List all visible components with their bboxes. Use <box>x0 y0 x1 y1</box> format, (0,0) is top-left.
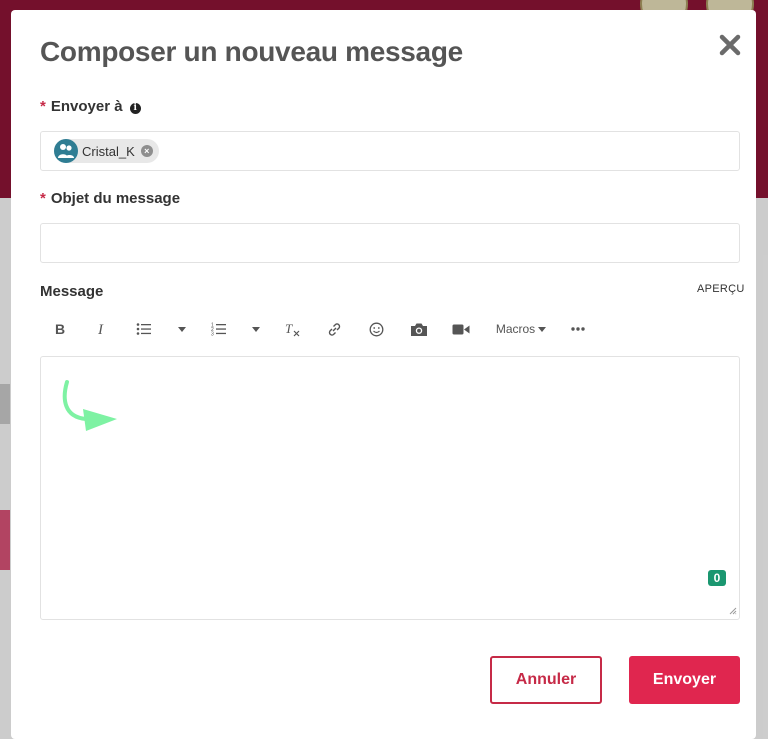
preview-link[interactable]: APERÇU <box>697 283 745 295</box>
subject-label: * Objet du message <box>40 190 180 207</box>
emoji-button[interactable] <box>367 318 385 340</box>
italic-icon: I <box>97 322 104 337</box>
chevron-down-icon <box>177 326 186 332</box>
chevron-down-icon <box>251 326 260 332</box>
recipient-label: * Envoyer à i <box>40 98 141 115</box>
subject-input[interactable] <box>40 223 740 263</box>
recipient-chip-label: Cristal_K <box>82 143 135 159</box>
video-icon <box>452 324 470 334</box>
numbered-list-icon: 1 2 3 <box>211 323 226 337</box>
video-button[interactable] <box>451 318 471 340</box>
bold-button[interactable]: B <box>51 318 69 340</box>
chevron-down-icon <box>538 326 547 332</box>
svg-text:B: B <box>55 321 65 337</box>
bullet-list-icon <box>136 323 151 335</box>
svg-text:3: 3 <box>211 332 214 337</box>
link-button[interactable] <box>325 318 343 340</box>
bullet-list-dropdown[interactable] <box>173 318 187 340</box>
clear-format-button[interactable]: T <box>283 318 301 340</box>
macros-dropdown[interactable]: Macros <box>494 318 548 340</box>
bullet-list-button[interactable] <box>135 318 153 340</box>
image-button[interactable] <box>409 318 429 340</box>
required-mark: * <box>40 190 46 207</box>
numbered-list-button[interactable]: 1 2 3 <box>210 318 228 340</box>
resize-handle-icon[interactable] <box>729 607 737 615</box>
user-group-icon <box>54 139 78 163</box>
macros-label: Macros <box>495 322 536 336</box>
cancel-button[interactable]: Annuler <box>490 656 602 704</box>
svg-text:T: T <box>285 322 293 336</box>
curved-arrow-annotation <box>62 380 117 431</box>
compose-message-modal: Composer un nouveau message * Envoyer à i… <box>11 10 756 739</box>
subject-label-text: Objet du message <box>50 190 181 207</box>
more-button[interactable] <box>569 318 587 340</box>
recipient-chip[interactable]: Cristal_K × <box>54 139 159 163</box>
message-editor[interactable]: 0 <box>40 356 740 620</box>
italic-button[interactable]: I <box>93 318 111 340</box>
info-icon[interactable]: i <box>129 103 141 114</box>
required-mark: * <box>40 98 46 115</box>
more-icon <box>571 327 585 331</box>
link-icon <box>328 322 340 336</box>
camera-icon <box>411 323 427 336</box>
close-button[interactable] <box>715 30 745 60</box>
message-label: Message <box>40 283 104 300</box>
clear-format-icon: T <box>285 322 300 336</box>
svg-text:I: I <box>97 322 104 337</box>
recipient-field[interactable]: Cristal_K × <box>40 131 740 171</box>
recipient-label-text: Envoyer à <box>50 98 123 115</box>
numbered-list-dropdown[interactable] <box>247 318 261 340</box>
send-button[interactable]: Envoyer <box>629 656 740 704</box>
modal-title: Composer un nouveau message <box>40 36 463 67</box>
emoji-icon <box>369 322 383 336</box>
character-count-badge: 0 <box>708 570 726 586</box>
remove-chip-icon[interactable]: × <box>140 145 153 157</box>
close-icon <box>719 34 741 56</box>
bold-icon: B <box>55 321 65 337</box>
